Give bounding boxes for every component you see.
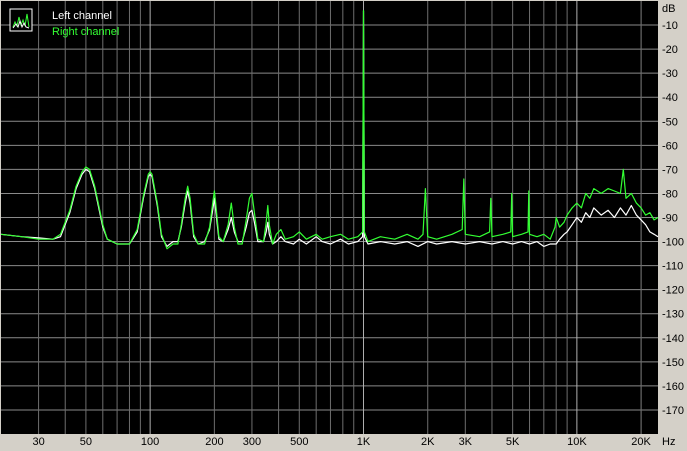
x-tick-label: 10K — [567, 436, 587, 448]
y-tick-label: -100 — [662, 237, 684, 249]
x-axis-label: Hz — [662, 436, 675, 448]
y-tick-label: -80 — [662, 188, 678, 200]
x-tick-label: 5K — [506, 436, 520, 448]
y-tick-label: -10 — [662, 20, 678, 32]
y-tick-label: -30 — [662, 68, 678, 80]
y-tick-label: -160 — [662, 381, 684, 393]
legend-left-channel: Left channel — [52, 10, 112, 22]
x-tick-label: 20K — [631, 436, 651, 448]
x-tick-label: 3K — [459, 436, 473, 448]
x-tick-label: 500 — [290, 436, 308, 448]
y-tick-label: -70 — [662, 164, 678, 176]
y-tick-label: -60 — [662, 140, 678, 152]
x-tick-label: 100 — [141, 436, 159, 448]
y-tick-label: -110 — [662, 261, 683, 273]
y-tick-label: -130 — [662, 309, 684, 321]
y-tick-label: -140 — [662, 333, 684, 345]
x-tick-label: 2K — [421, 436, 435, 448]
legend-right-channel: Right channel — [52, 26, 119, 38]
y-tick-label: -170 — [662, 405, 684, 417]
y-tick-label: -90 — [662, 213, 678, 225]
y-tick-label: -50 — [662, 116, 678, 128]
y-tick-label: -40 — [662, 92, 678, 104]
y-axis-label: dB — [662, 3, 675, 15]
x-tick-label: 30 — [32, 436, 44, 448]
y-tick-label: -120 — [662, 285, 684, 297]
x-tick-label: 1K — [357, 436, 371, 448]
y-tick-label: -20 — [662, 44, 678, 56]
x-tick-label: 200 — [205, 436, 223, 448]
x-tick-label: 50 — [80, 436, 92, 448]
x-tick-label: 300 — [243, 436, 261, 448]
spectrum-chart: -10 -20 -30 -40 -50 -60 -70 -80 -90 -100 -110 -120 -… — [0, 0, 687, 451]
y-tick-label: -150 — [662, 357, 684, 369]
